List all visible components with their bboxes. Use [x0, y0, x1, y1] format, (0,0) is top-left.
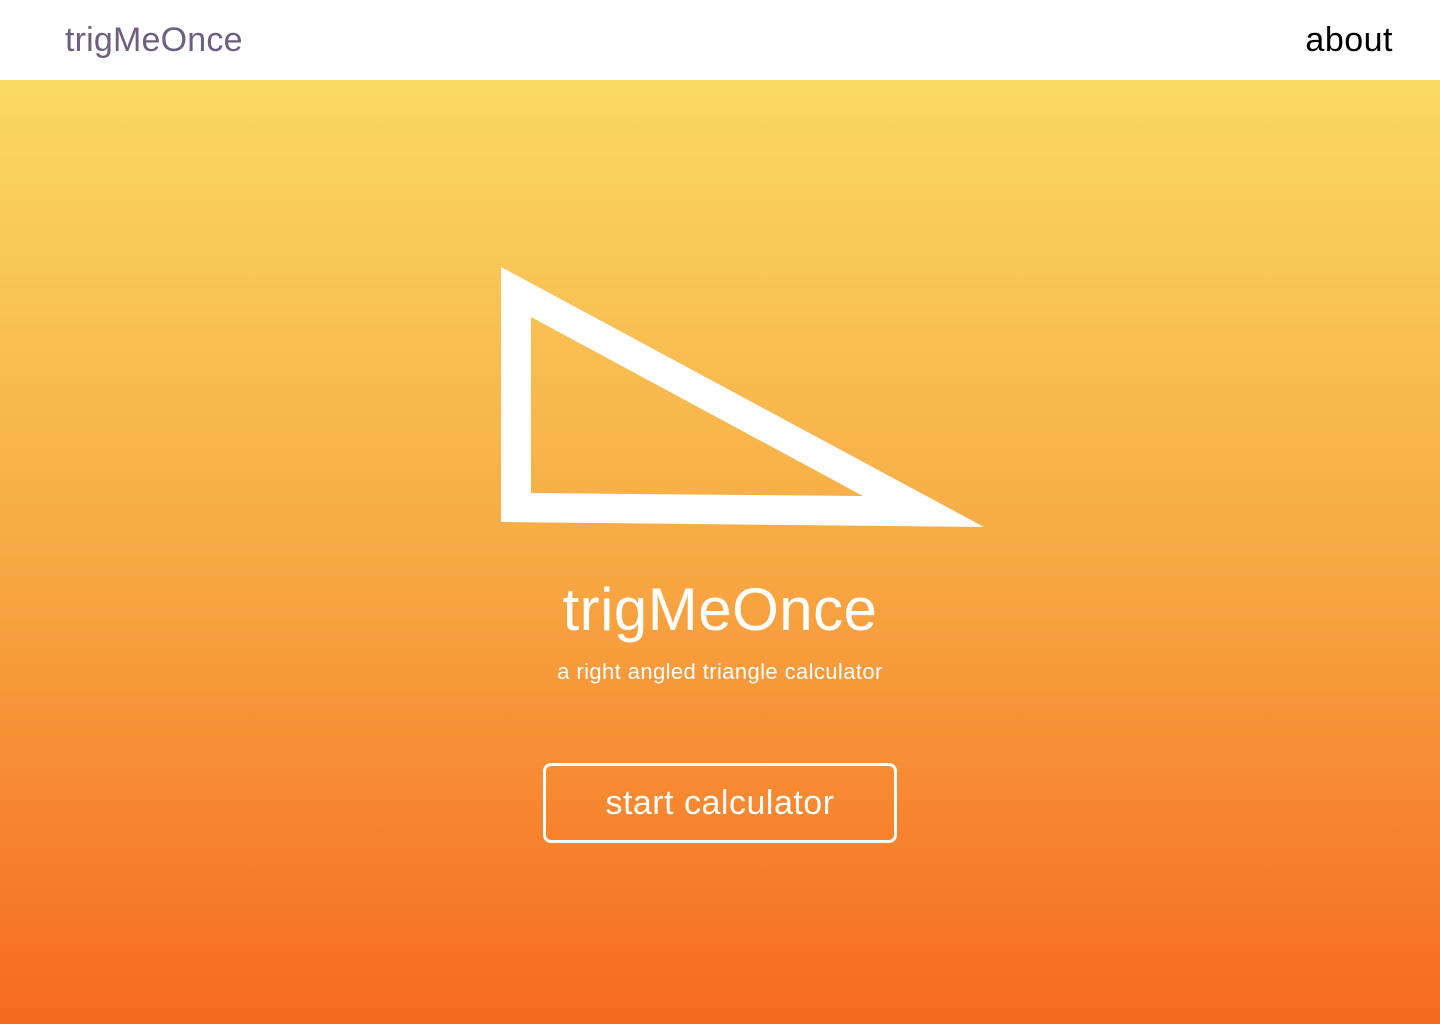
hero-section: trigMeOnce a right angled triangle calcu…	[0, 80, 1440, 1024]
right-triangle-icon	[501, 267, 984, 527]
hero-subtitle: a right angled triangle calculator	[557, 659, 883, 684]
start-calculator-button[interactable]: start calculator	[543, 763, 897, 843]
top-navbar: trigMeOnce about	[0, 0, 1440, 80]
brand-logo-link[interactable]: trigMeOnce	[65, 20, 243, 60]
about-link[interactable]: about	[1305, 20, 1393, 60]
hero-title: trigMeOnce	[562, 576, 878, 643]
